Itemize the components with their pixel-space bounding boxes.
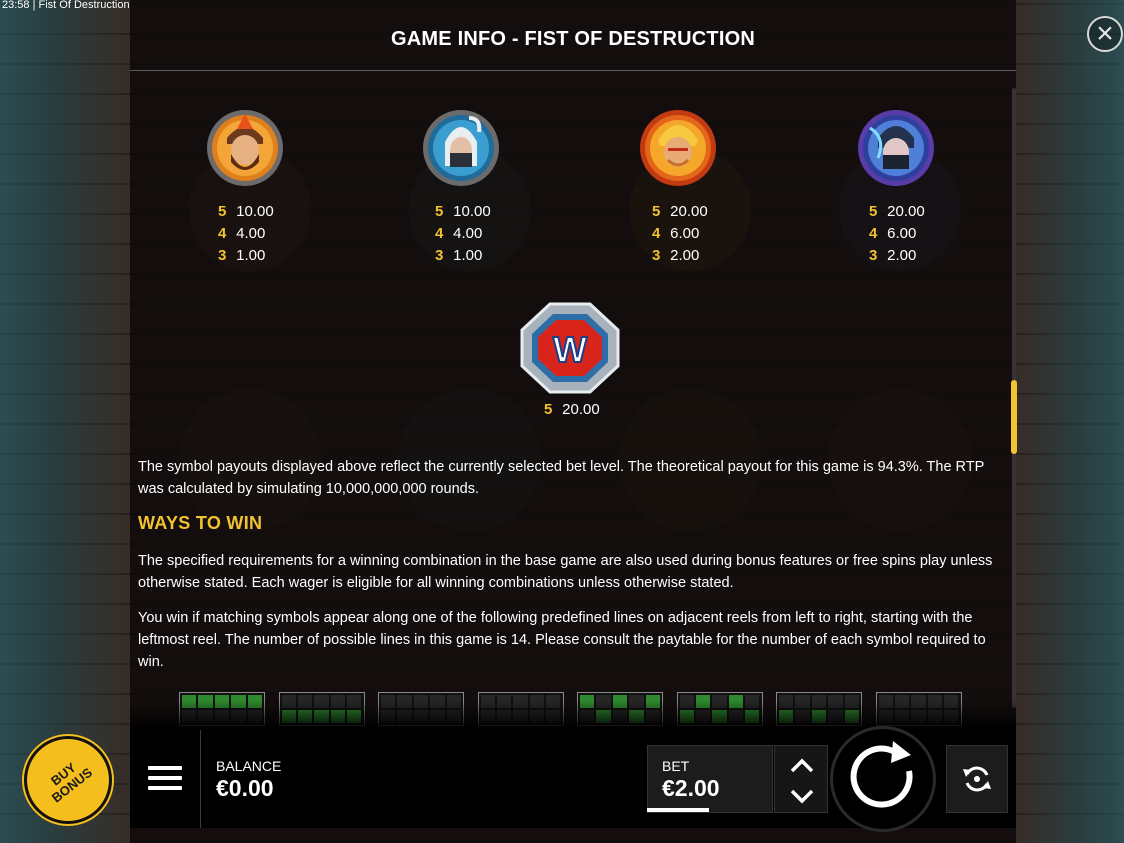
paytable-symbol-2-payouts: 5 10.00 4 4.00 3 1.00: [435, 201, 491, 267]
payout-row: 3 2.00: [869, 245, 925, 267]
payout-row: 4 6.00: [869, 223, 925, 245]
payout-value: 4.00: [453, 225, 483, 242]
autoplay-icon: [963, 766, 991, 792]
payout-row: 5 20.00: [652, 201, 708, 223]
balance-value: €0.00: [216, 775, 274, 801]
close-button[interactable]: ×: [1087, 16, 1123, 52]
payout-count: 4: [218, 225, 227, 242]
status-game-name: Fist Of Destruction: [38, 0, 130, 11]
payout-value: 20.00: [887, 203, 925, 220]
payout-value: 2.00: [670, 247, 700, 264]
balance-label: BALANCE: [216, 758, 282, 774]
control-divider: [200, 730, 201, 828]
bet-value: €2.00: [662, 775, 720, 801]
bet-stepper[interactable]: [774, 745, 828, 813]
payout-value: 20.00: [562, 401, 600, 418]
wild-letter: W: [553, 329, 587, 370]
menu-button[interactable]: [148, 766, 182, 794]
payout-count: 4: [869, 225, 878, 242]
status-bar: 23:58 | Fist Of Destruction: [0, 0, 130, 12]
rtp-text: The symbol payouts displayed above refle…: [138, 459, 985, 497]
payout-count: 4: [652, 225, 661, 242]
buy-bonus-label: BUY BONUS: [47, 759, 96, 806]
ways-to-win-paragraph-2: You win if matching symbols appear along…: [138, 610, 986, 670]
title-divider: [130, 70, 1016, 71]
payout-count: 5: [435, 203, 444, 220]
payout-count: 5: [218, 203, 227, 220]
paytable-wild-payouts: 5 20.00: [544, 399, 600, 421]
background-left-decor: [0, 0, 130, 843]
payout-value: 10.00: [236, 203, 274, 220]
payout-value: 6.00: [887, 225, 917, 242]
payout-count: 3: [435, 247, 444, 264]
scrollbar-thumb[interactable]: [1011, 380, 1017, 454]
payout-row: 5 10.00: [435, 201, 491, 223]
payout-value: 1.00: [453, 247, 483, 264]
close-icon: ×: [1096, 17, 1114, 50]
status-time: 23:58: [2, 0, 30, 11]
payout-value: 10.00: [453, 203, 491, 220]
paytable-symbol-1-payouts: 5 10.00 4 4.00 3 1.00: [218, 201, 274, 267]
payout-row: 4 4.00: [435, 223, 491, 245]
white-haired-ninja-icon: [423, 110, 499, 186]
payout-count: 3: [869, 247, 878, 264]
payout-row: 4 6.00: [652, 223, 708, 245]
payout-count: 5: [869, 203, 878, 220]
payout-value: 6.00: [670, 225, 700, 242]
payout-row: 5 20.00: [544, 399, 600, 421]
payout-row: 4 4.00: [218, 223, 274, 245]
payout-value: 2.00: [887, 247, 917, 264]
payout-row: 3 1.00: [218, 245, 274, 267]
blond-brawler-icon: [640, 110, 716, 186]
spin-button[interactable]: [830, 726, 936, 832]
paytable-symbol-3-payouts: 5 20.00 4 6.00 3 2.00: [652, 201, 708, 267]
ways-to-win-paragraph-1: The specified requirements for a winning…: [138, 553, 993, 591]
payout-count: 5: [652, 203, 661, 220]
masked-ninja-icon: [858, 110, 934, 186]
payout-row: 3 2.00: [652, 245, 708, 267]
wild-w-icon: W: [520, 302, 620, 394]
payout-value: 1.00: [236, 247, 266, 264]
payout-value: 4.00: [236, 225, 266, 242]
buy-bonus-button[interactable]: BUY BONUS: [24, 736, 112, 824]
payout-row: 3 1.00: [435, 245, 491, 267]
bearded-fighter-icon: [207, 110, 283, 186]
ways-to-win-heading: WAYS TO WIN: [138, 513, 263, 533]
payout-count: 5: [544, 401, 553, 418]
payout-count: 3: [218, 247, 227, 264]
payout-row: 5 10.00: [218, 201, 274, 223]
paytable-symbol-4-payouts: 5 20.00 4 6.00 3 2.00: [869, 201, 925, 267]
page-title: GAME INFO - FIST OF DESTRUCTION: [391, 28, 755, 50]
payout-count: 4: [435, 225, 444, 242]
background-right-decor: [1014, 0, 1124, 843]
payout-row: 5 20.00: [869, 201, 925, 223]
spin-arrow-icon: [850, 741, 913, 808]
bet-level-bar: [647, 808, 709, 812]
autoplay-button[interactable]: [946, 745, 1008, 813]
bet-label: BET: [662, 758, 690, 774]
hamburger-menu-icon: [148, 766, 182, 790]
chevron-up-icon[interactable]: [790, 758, 814, 773]
payout-count: 3: [652, 247, 661, 264]
chevron-down-icon[interactable]: [790, 789, 814, 804]
payout-value: 20.00: [670, 203, 708, 220]
